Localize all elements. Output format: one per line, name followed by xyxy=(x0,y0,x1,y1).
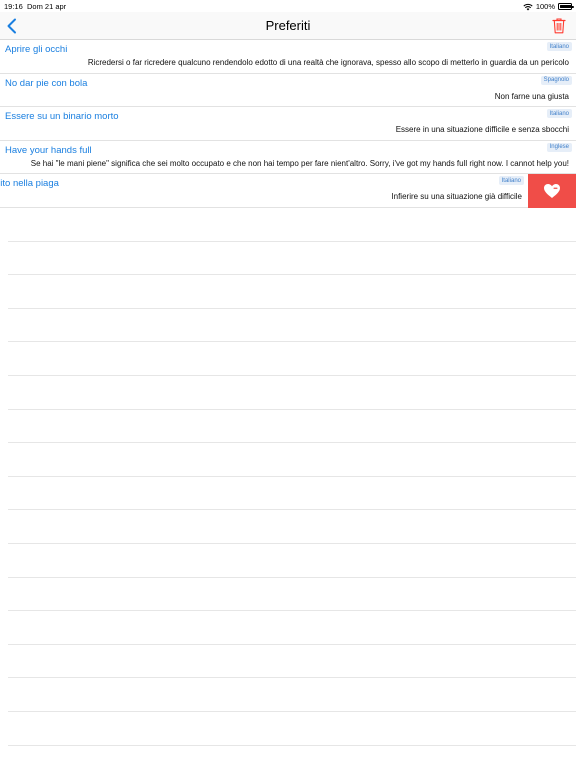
remove-favorite-button[interactable] xyxy=(528,174,576,208)
favorite-meaning: Infierire su una situazione già difficil… xyxy=(391,192,522,202)
language-badge: Italiano xyxy=(498,176,524,186)
empty-rows xyxy=(8,208,576,768)
wifi-icon xyxy=(523,3,533,10)
language-badge: Spagnolo xyxy=(540,75,572,85)
empty-row-separator xyxy=(8,342,576,376)
favorite-row-content[interactable]: dito nella piaga Italiano Infierire su u… xyxy=(0,174,528,207)
favorite-row[interactable]: Aprire gli occhi Italiano Ricredersi o f… xyxy=(0,40,576,74)
language-badge: Italiano xyxy=(546,109,572,119)
empty-row-separator xyxy=(8,410,576,444)
favorite-meaning: Se hai "le mani piene" significa che sei… xyxy=(30,158,569,168)
status-date: Dom 21 apr xyxy=(27,2,67,11)
empty-row-separator xyxy=(8,510,576,544)
empty-row-separator xyxy=(8,678,576,712)
delete-all-button[interactable] xyxy=(552,17,566,34)
status-bar: 19:16 Dom 21 apr 100% xyxy=(0,0,576,12)
favorite-term: dito nella piaga xyxy=(0,178,59,190)
empty-row-separator xyxy=(8,376,576,410)
favorite-term: Essere su un binario morto xyxy=(5,111,119,123)
language-badge: Inglese xyxy=(546,142,572,152)
empty-row-separator xyxy=(8,712,576,746)
favorite-row[interactable]: Have your hands full Inglese Se hai "le … xyxy=(0,141,576,175)
trash-icon xyxy=(552,18,566,34)
favorite-meaning: Essere in una situazione difficile e sen… xyxy=(395,125,569,135)
empty-row-separator xyxy=(8,275,576,309)
favorite-row[interactable]: No dar pie con bola Spagnolo Non farne u… xyxy=(0,74,576,108)
favorite-meaning: Non farne una giusta xyxy=(494,91,569,101)
page-title: Preferiti xyxy=(265,18,311,33)
favorite-term: Have your hands full xyxy=(5,144,92,156)
empty-row-separator xyxy=(8,443,576,477)
status-right: 100% xyxy=(523,2,574,11)
battery-percent: 100% xyxy=(535,2,555,11)
status-time: 19:16 xyxy=(4,2,23,11)
heart-minus-icon xyxy=(544,184,560,199)
empty-row-separator xyxy=(8,746,576,768)
navigation-bar: Preferiti xyxy=(0,12,576,40)
battery-icon xyxy=(558,3,574,10)
favorites-list: Aprire gli occhi Italiano Ricredersi o f… xyxy=(0,40,576,208)
empty-row-separator xyxy=(8,645,576,679)
language-badge: Italiano xyxy=(546,42,572,51)
empty-row-separator xyxy=(8,611,576,645)
favorite-row[interactable]: Essere su un binario morto Italiano Esse… xyxy=(0,107,576,141)
empty-row-separator xyxy=(8,309,576,343)
empty-row-separator xyxy=(8,208,576,242)
empty-row-separator xyxy=(8,544,576,578)
favorite-term: Aprire gli occhi xyxy=(5,44,68,55)
empty-row-separator xyxy=(8,578,576,612)
favorite-term: No dar pie con bola xyxy=(5,77,88,89)
empty-row-separator xyxy=(8,477,576,511)
favorite-meaning: Ricredersi o far ricredere qualcuno rend… xyxy=(87,58,569,67)
empty-row-separator xyxy=(8,242,576,276)
favorite-row-swiped[interactable]: dito nella piaga Italiano Infierire su u… xyxy=(0,174,576,208)
